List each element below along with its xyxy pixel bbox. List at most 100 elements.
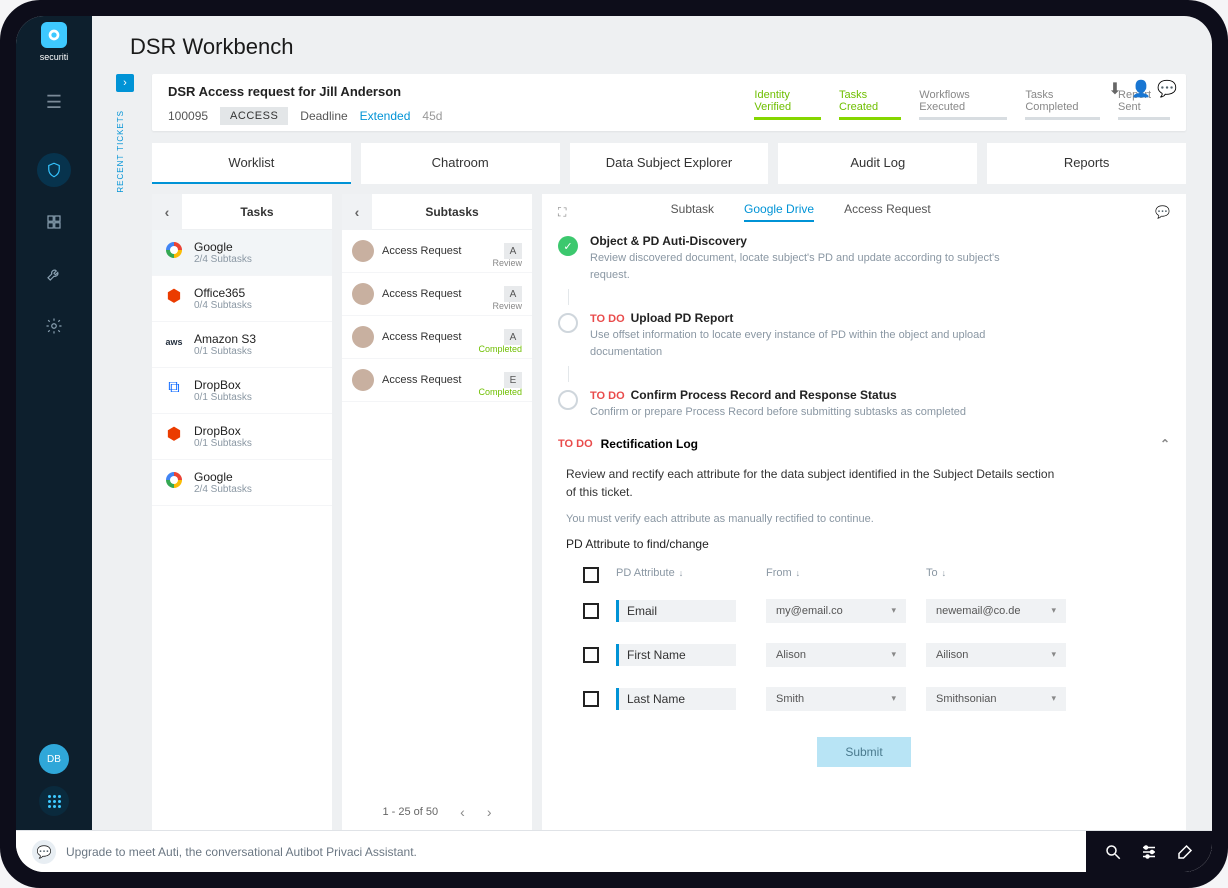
from-select[interactable]: my@email.co▾ <box>766 599 906 623</box>
subtask-status: Review <box>492 301 522 311</box>
apps-icon[interactable] <box>39 786 69 816</box>
subtasks-back-button[interactable]: ‹ <box>342 194 372 230</box>
to-select[interactable]: Smithsonian▾ <box>926 687 1066 711</box>
task-item[interactable]: Google 2/4 Subtasks <box>152 460 332 506</box>
from-select[interactable]: Alison▾ <box>766 643 906 667</box>
footer-text: Upgrade to meet Auti, the conversational… <box>66 845 1086 859</box>
subtask-label: Access Request <box>382 245 496 257</box>
office-icon: ⬢ <box>164 424 184 444</box>
subtask-status: Review <box>492 258 522 268</box>
user-avatar[interactable]: DB <box>39 744 69 774</box>
row-checkbox[interactable] <box>583 603 599 619</box>
assign-icon[interactable]: 👤 <box>1132 80 1150 98</box>
task-item[interactable]: ⧉ DropBox 0/1 Subtasks <box>152 368 332 414</box>
recent-tickets-toggle[interactable]: › RECENT TICKETS <box>116 74 134 193</box>
row-checkbox[interactable] <box>583 691 599 707</box>
todo-tag: TO DO <box>590 390 625 402</box>
subtask-item[interactable]: Access Request E Completed <box>342 359 532 402</box>
ticket-type-badge: ACCESS <box>220 107 288 125</box>
task-item[interactable]: aws Amazon S3 0/1 Subtasks <box>152 322 332 368</box>
tab-reports[interactable]: Reports <box>987 143 1186 184</box>
tab-audit-log[interactable]: Audit Log <box>778 143 977 184</box>
tab-data-subject-explorer[interactable]: Data Subject Explorer <box>570 143 769 184</box>
task-item[interactable]: ⬢ Office365 0/4 Subtasks <box>152 276 332 322</box>
rectification-section-toggle[interactable]: TO DO Rectification Log ⌃ <box>558 427 1170 461</box>
subtask-item[interactable]: Access Request A Completed <box>342 316 532 359</box>
step-title: TO DOConfirm Process Record and Response… <box>590 388 1170 402</box>
tasks-back-button[interactable]: ‹ <box>152 194 182 230</box>
task-subtitle: 2/4 Subtasks <box>194 254 252 265</box>
sliders-icon[interactable] <box>1140 843 1158 861</box>
main-content: DSR Workbench › RECENT TICKETS ⬇ 👤 💬 DSR… <box>92 16 1212 830</box>
task-item[interactable]: Google 2/4 Subtasks <box>152 230 332 276</box>
col-to[interactable]: To <box>926 567 938 579</box>
tab-chatroom[interactable]: Chatroom <box>361 143 560 184</box>
submit-button[interactable]: Submit <box>817 737 910 767</box>
subtask-label: Access Request <box>382 331 496 343</box>
sort-icon[interactable]: ↓ <box>796 568 801 578</box>
task-subtitle: 2/4 Subtasks <box>194 484 252 495</box>
stage-bar <box>839 117 901 120</box>
task-name: Google <box>194 470 252 484</box>
to-select[interactable]: Ailison▾ <box>926 643 1066 667</box>
extended-link[interactable]: Extended <box>360 109 411 123</box>
stage-label: Workflows Executed <box>919 89 1007 113</box>
task-name: Google <box>194 240 252 254</box>
attribute-name: Last Name <box>616 688 736 710</box>
from-select[interactable]: Smith▾ <box>766 687 906 711</box>
attribute-row: Email my@email.co▾ newemail@co.de▾ <box>566 589 1162 633</box>
tools-icon[interactable] <box>1176 843 1194 861</box>
rectification-todo-tag: TO DO <box>558 438 593 450</box>
task-item[interactable]: ⬢ DropBox 0/1 Subtasks <box>152 414 332 460</box>
sort-icon[interactable]: ↓ <box>942 568 947 578</box>
dropbox-icon: ⧉ <box>164 378 184 398</box>
col-pd-attribute[interactable]: PD Attribute <box>616 567 675 579</box>
search-icon[interactable] <box>1104 843 1122 861</box>
subtask-badge: A <box>504 243 522 259</box>
comment-icon[interactable]: 💬 <box>1158 80 1176 98</box>
circle-icon <box>558 390 578 410</box>
workflow-step: TO DOUpload PD Report Use offset informa… <box>558 305 1170 366</box>
subtask-label: Access Request <box>382 374 496 386</box>
detail-tab-gdrive[interactable]: Google Drive <box>744 202 814 222</box>
page-next-icon[interactable]: › <box>487 804 492 820</box>
nav-dashboard-icon[interactable] <box>37 205 71 239</box>
todo-tag: TO DO <box>590 313 625 325</box>
office-icon: ⬢ <box>164 286 184 306</box>
page-prev-icon[interactable]: ‹ <box>460 804 465 820</box>
chevron-down-icon: ▾ <box>1051 605 1056 616</box>
rectification-title: Rectification Log <box>601 437 698 451</box>
chevron-down-icon: ▾ <box>891 693 896 704</box>
row-checkbox[interactable] <box>583 647 599 663</box>
subtasks-panel: ‹ Subtasks Access Request A Review Acces… <box>342 194 532 830</box>
avatar <box>352 326 374 348</box>
menu-toggle-icon[interactable]: ☰ <box>46 92 62 113</box>
nav-shield-icon[interactable] <box>37 153 71 187</box>
nav-wrench-icon[interactable] <box>37 257 71 291</box>
brand: securiti <box>40 22 69 62</box>
expand-icon[interactable]: ⛶ <box>558 205 566 220</box>
sort-icon[interactable]: ↓ <box>679 568 684 578</box>
col-from[interactable]: From <box>766 567 792 579</box>
nav-gear-icon[interactable] <box>37 309 71 343</box>
detail-tab-subtask[interactable]: Subtask <box>671 202 714 222</box>
stage: Tasks Created <box>839 89 901 120</box>
attribute-row: First Name Alison▾ Ailison▾ <box>566 633 1162 677</box>
stage-label: Tasks Created <box>839 89 901 113</box>
task-subtitle: 0/1 Subtasks <box>194 438 252 449</box>
detail-comment-icon[interactable]: 💬 <box>1155 205 1170 219</box>
select-all-checkbox[interactable] <box>583 567 599 583</box>
step-desc: Confirm or prepare Process Record before… <box>590 404 1010 421</box>
download-icon[interactable]: ⬇ <box>1106 80 1124 98</box>
check-icon: ✓ <box>558 236 578 256</box>
detail-tab-access[interactable]: Access Request <box>844 202 931 222</box>
chevron-right-icon[interactable]: › <box>116 74 134 92</box>
chevron-down-icon: ▾ <box>1051 693 1056 704</box>
subtask-item[interactable]: Access Request A Review <box>342 273 532 316</box>
to-select[interactable]: newemail@co.de▾ <box>926 599 1066 623</box>
pagination-text: 1 - 25 of 50 <box>383 806 439 818</box>
chat-icon[interactable]: 💬 <box>32 840 56 864</box>
tab-worklist[interactable]: Worklist <box>152 143 351 184</box>
footer-bar: 💬 Upgrade to meet Auti, the conversation… <box>16 830 1212 872</box>
subtask-item[interactable]: Access Request A Review <box>342 230 532 273</box>
